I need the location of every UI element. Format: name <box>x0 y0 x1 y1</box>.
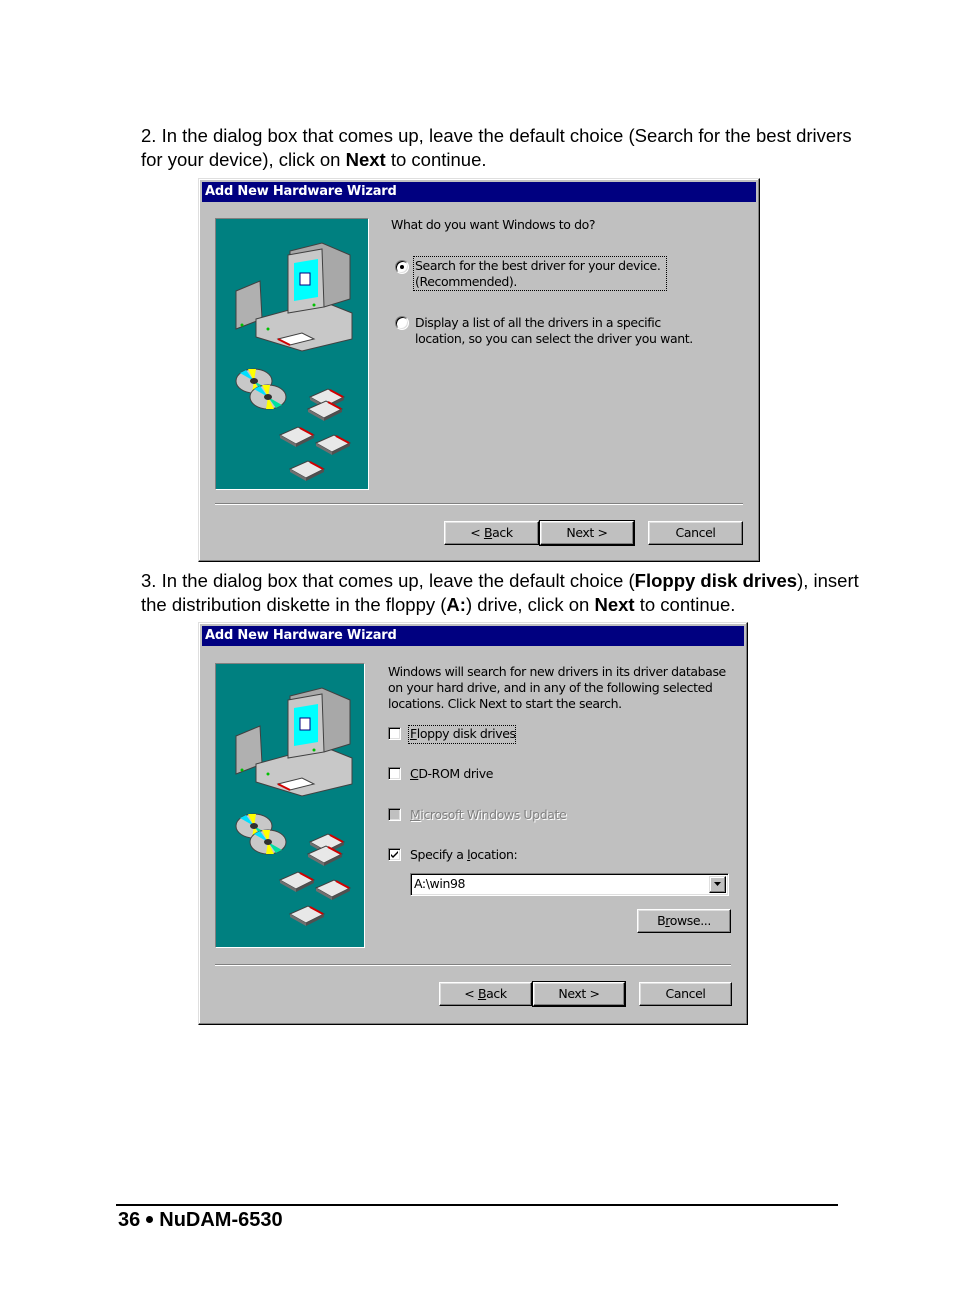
step-3-text: to continue. <box>634 594 736 615</box>
wizard-illustration <box>215 663 365 948</box>
description-line: on your hard drive, and in any of the fo… <box>388 680 713 695</box>
radio-search-best-driver[interactable] <box>395 260 409 274</box>
wizard-illustration <box>215 218 369 490</box>
back-button[interactable]: < Back <box>439 982 532 1006</box>
dialog-1-prompt: What do you want Windows to do? <box>391 217 596 232</box>
computer-and-disks-icon <box>235 242 353 481</box>
option-display-line2[interactable]: location, so you can select the driver y… <box>415 331 693 347</box>
cancel-button[interactable]: Cancel <box>639 982 732 1006</box>
checkbox-cdrom[interactable] <box>388 767 401 780</box>
step-3-bold-drive: A: <box>446 594 466 615</box>
cancel-button[interactable]: Cancel <box>648 521 743 545</box>
checkbox-windows-update-label: Microsoft Windows Update <box>410 807 567 822</box>
combo-dropdown-button[interactable] <box>709 876 726 893</box>
floppy-disk-icon <box>278 426 316 445</box>
next-button[interactable]: Next > <box>532 981 626 1007</box>
location-value[interactable]: A:\win98 <box>414 876 465 892</box>
add-hardware-wizard-dialog-2: Add New Hardware Wizard Windows will sea… <box>198 622 748 1025</box>
step-3-text: 3. In the dialog box that comes up, leav… <box>141 570 635 591</box>
option-display-line1[interactable]: Display a list of all the drivers in a s… <box>415 315 661 331</box>
dialog-2-titlebar: Add New Hardware Wizard <box>202 626 744 646</box>
page-footer: 36 NuDAM-6530 <box>118 1209 283 1232</box>
checkbox-floppy[interactable] <box>388 727 401 740</box>
back-button[interactable]: < Back <box>444 521 539 545</box>
bullet-icon <box>146 1215 154 1223</box>
location-combobox[interactable]: A:\win98 <box>410 873 729 896</box>
step-3-bold-next: Next <box>594 594 635 615</box>
step-2-bold-next: Next <box>345 149 386 170</box>
floppy-disk-icon <box>288 460 326 479</box>
browse-button[interactable]: Browse... <box>637 909 731 933</box>
page-number: 36 <box>118 1209 141 1231</box>
radio-display-list[interactable] <box>395 316 409 330</box>
checkbox-floppy-label[interactable]: Floppy disk drives <box>410 726 516 742</box>
floppy-disk-icon <box>314 434 352 453</box>
floppy-disk-icon <box>278 871 316 890</box>
checkbox-windows-update <box>388 808 401 821</box>
description-line: locations. Click Next to start the searc… <box>388 696 622 711</box>
product-name: NuDAM-6530 <box>159 1209 283 1231</box>
step-2-text-end: to continue. <box>385 149 487 170</box>
footer-rule <box>116 1204 838 1206</box>
description-line: Windows will search for new drivers in i… <box>388 664 726 679</box>
add-hardware-wizard-dialog-1: Add New Hardware Wizard What do you want… <box>198 178 760 562</box>
option-search-line2[interactable]: (Recommended). <box>415 274 517 290</box>
checkbox-specify-location[interactable] <box>388 848 401 861</box>
step-2-instruction: 2. In the dialog box that comes up, leav… <box>141 124 861 172</box>
step-3-instruction: 3. In the dialog box that comes up, leav… <box>141 569 861 617</box>
floppy-disk-icon <box>288 905 326 924</box>
next-button[interactable]: Next > <box>539 520 635 546</box>
checkbox-specify-location-label[interactable]: Specify a location: <box>410 847 518 863</box>
step-3-text: ) drive, click on <box>465 594 595 615</box>
step-2-text: 2. In the dialog box that comes up, leav… <box>141 125 852 170</box>
option-search-line1[interactable]: Search for the best driver for your devi… <box>415 258 661 274</box>
computer-and-disks-icon <box>235 687 353 926</box>
floppy-disk-icon <box>314 879 352 898</box>
separator <box>215 964 731 966</box>
dialog-1-titlebar: Add New Hardware Wizard <box>202 182 756 202</box>
chevron-down-icon <box>714 882 721 886</box>
step-3-bold-floppy: Floppy disk drives <box>634 570 798 591</box>
checkmark-icon <box>391 851 398 858</box>
separator <box>215 503 743 505</box>
checkbox-cdrom-label[interactable]: CD-ROM drive <box>410 766 493 782</box>
